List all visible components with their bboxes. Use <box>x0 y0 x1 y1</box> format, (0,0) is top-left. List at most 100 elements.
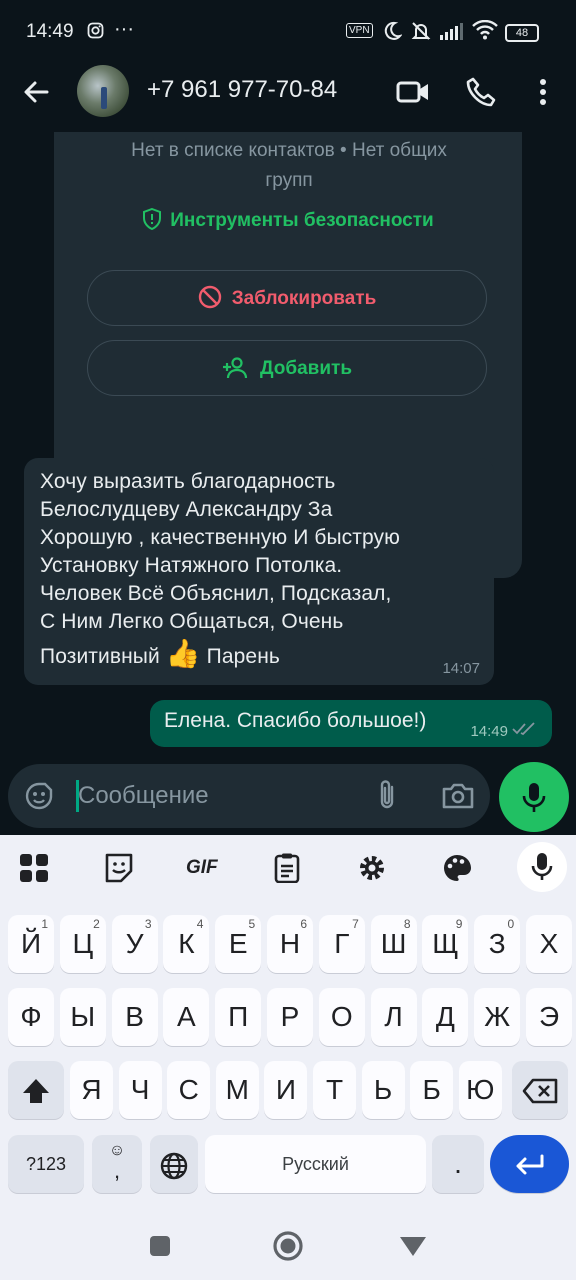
chat-area[interactable]: Нет в списке контактов • Нет общих групп… <box>0 132 576 835</box>
symbols-key[interactable]: ?123 <box>8 1135 84 1193</box>
key-Г[interactable]: Г7 <box>318 915 365 973</box>
theme-palette-icon[interactable] <box>440 853 474 883</box>
info-line-2: групп <box>265 170 313 191</box>
backspace-key[interactable] <box>512 1061 568 1119</box>
key-Ш[interactable]: Ш8 <box>370 915 417 973</box>
status-time: 14:49 <box>26 21 74 42</box>
key-Я[interactable]: Я <box>70 1061 113 1119</box>
home-icon[interactable] <box>272 1230 304 1262</box>
outgoing-message[interactable]: Елена. Спасибо большое!) 14:49 <box>150 700 552 747</box>
key-label: И <box>275 1074 296 1105</box>
emoji-sticker-icon[interactable] <box>24 780 56 812</box>
key-Ю[interactable]: Ю <box>458 1061 502 1119</box>
key-Щ[interactable]: Щ9 <box>422 915 469 973</box>
camera-icon[interactable] <box>440 778 476 814</box>
key-Ф[interactable]: Ф <box>8 988 54 1046</box>
key-label: К <box>178 928 195 959</box>
back-triangle-icon[interactable] <box>398 1234 428 1258</box>
recent-apps-icon[interactable] <box>148 1234 172 1258</box>
globe-icon <box>160 1152 188 1180</box>
key-Ц[interactable]: Ц2 <box>59 915 106 973</box>
key-label: Г <box>334 928 350 959</box>
key-Э[interactable]: Э <box>526 988 572 1046</box>
key-Н[interactable]: Н6 <box>267 915 313 973</box>
key-label: З <box>488 928 506 959</box>
period-key[interactable]: . <box>432 1135 484 1193</box>
key-С[interactable]: С <box>167 1061 211 1119</box>
sticker-icon[interactable] <box>102 853 136 883</box>
key-З[interactable]: З0 <box>474 915 521 973</box>
message-line: Позитивный 👍 Парень <box>40 640 478 671</box>
key-label: Ю <box>466 1074 495 1105</box>
message-line: Установку Натяжного Потолка. <box>40 554 343 577</box>
key-Б[interactable]: Б <box>410 1061 454 1119</box>
voice-record-button[interactable] <box>499 762 569 832</box>
key-Л[interactable]: Л <box>370 988 417 1046</box>
key-label: Д <box>435 1001 455 1032</box>
clipboard-icon[interactable] <box>270 853 304 883</box>
mute-icon <box>411 22 431 40</box>
message-input[interactable]: Сообщение <box>78 782 209 810</box>
language-key[interactable] <box>150 1135 198 1193</box>
key-Ы[interactable]: Ы <box>59 988 106 1046</box>
back-arrow-icon[interactable] <box>20 76 52 108</box>
key-К[interactable]: К4 <box>163 915 210 973</box>
overflow-menu-icon[interactable] <box>525 74 561 110</box>
safety-tools-link[interactable]: Инструменты безопасности <box>54 207 522 232</box>
apps-grid-icon[interactable] <box>17 853 51 883</box>
add-contact-button[interactable]: Добавить <box>87 340 487 396</box>
key-Р[interactable]: Р <box>267 988 313 1046</box>
shift-key[interactable] <box>8 1061 64 1119</box>
enter-key[interactable] <box>490 1135 569 1193</box>
block-button[interactable]: Заблокировать <box>87 270 487 326</box>
key-О[interactable]: О <box>318 988 365 1046</box>
video-call-icon[interactable] <box>395 74 431 110</box>
key-label: Ь <box>373 1074 393 1105</box>
attach-icon[interactable] <box>370 778 404 812</box>
block-label: Заблокировать <box>231 288 377 309</box>
space-key[interactable]: Русский <box>205 1135 426 1193</box>
key-label: С <box>178 1074 199 1105</box>
key-Т[interactable]: Т <box>313 1061 356 1119</box>
key-label: Ч <box>130 1074 150 1105</box>
key-У[interactable]: У3 <box>111 915 158 973</box>
settings-gear-icon[interactable] <box>355 853 389 883</box>
gif-button[interactable]: GIF <box>186 857 220 887</box>
key-Ь[interactable]: Ь <box>361 1061 405 1119</box>
status-bar: 14:49 ··· VPN 48 <box>0 0 576 62</box>
wifi-icon <box>472 20 498 40</box>
shield-icon <box>143 207 162 231</box>
key-Е[interactable]: Е5 <box>215 915 262 973</box>
avatar[interactable] <box>77 65 129 117</box>
key-label: Е <box>228 928 248 959</box>
key-label: Ж <box>484 1001 511 1032</box>
key-label: А <box>177 1001 196 1032</box>
key-Ч[interactable]: Ч <box>118 1061 162 1119</box>
key-label: Х <box>539 928 559 959</box>
double-check-icon <box>512 722 535 736</box>
key-И[interactable]: И <box>264 1061 308 1119</box>
key-Д[interactable]: Д <box>422 988 469 1046</box>
message-line: Белослудцеву Александру За <box>40 498 333 521</box>
contact-name[interactable]: +7 961 977-70-84 <box>147 76 337 104</box>
keyboard-voice-button[interactable] <box>517 842 567 892</box>
key-А[interactable]: А <box>163 988 210 1046</box>
key-label: Р <box>280 1001 300 1032</box>
key-П[interactable]: П <box>215 988 262 1046</box>
key-Й[interactable]: Й1 <box>8 915 54 973</box>
key-label: В <box>125 1001 144 1032</box>
outgoing-message-time-wrap: 14:49 <box>470 722 538 740</box>
message-composer: Сообщение <box>8 764 490 828</box>
more-notifications-icon: ··· <box>114 18 134 40</box>
emoji-comma-key[interactable]: ☺ , <box>92 1135 142 1193</box>
key-label: Ф <box>20 1001 42 1032</box>
phone-call-icon[interactable] <box>463 74 499 110</box>
key-label: М <box>225 1074 249 1105</box>
key-В[interactable]: В <box>111 988 158 1046</box>
key-Ж[interactable]: Ж <box>474 988 521 1046</box>
key-Х[interactable]: Х <box>526 915 572 973</box>
incoming-message[interactable]: Хочу выразить благодарность Белослудцеву… <box>24 458 494 685</box>
key-number-hint: 7 <box>352 917 359 931</box>
key-label: Щ <box>432 928 459 959</box>
key-М[interactable]: М <box>215 1061 259 1119</box>
